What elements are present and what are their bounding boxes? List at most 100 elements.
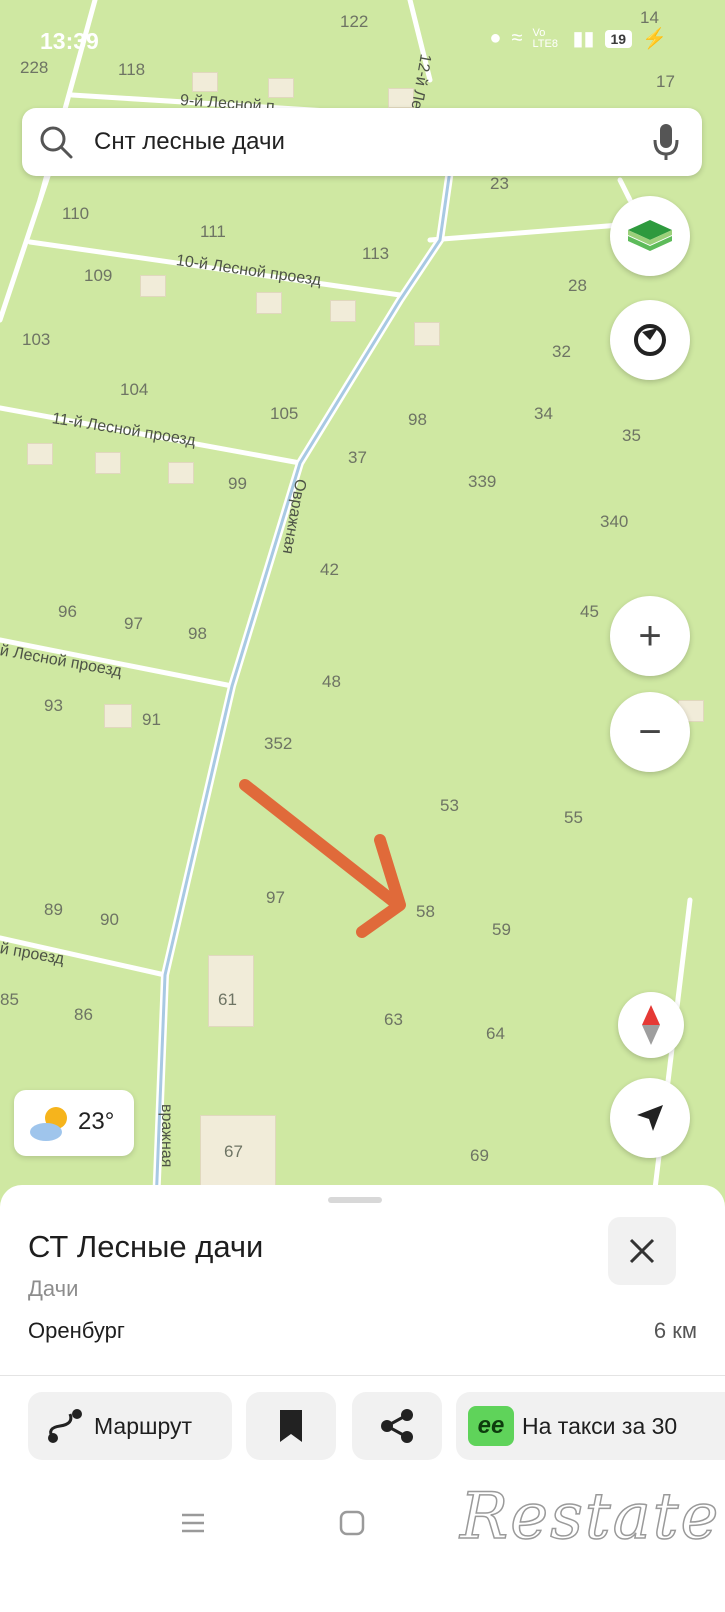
layers-button[interactable] (610, 196, 690, 276)
weather-temperature: 23° (78, 1108, 115, 1135)
search-bar[interactable]: Снт лесные дачи (22, 108, 702, 176)
signal-icon: ▮▮ (572, 28, 595, 50)
house-number: 35 (622, 426, 641, 445)
network-label: Vo LTE8 (532, 26, 558, 50)
house-number: 37 (348, 448, 367, 467)
divider (0, 1375, 725, 1376)
watermark-logo: Restate (459, 1479, 721, 1555)
status-time: 13:39 (40, 28, 99, 54)
house-number: 63 (384, 1010, 403, 1029)
north-arrow-icon (642, 1005, 660, 1045)
place-title: СТ Лесные дачи (28, 1229, 264, 1264)
place-category: Дачи (28, 1276, 79, 1301)
search-input[interactable]: Снт лесные дачи (94, 128, 285, 156)
house-number: 89 (44, 900, 63, 919)
locate-icon (637, 1105, 663, 1131)
close-icon (629, 1238, 655, 1264)
route-button[interactable]: Маршрут (28, 1392, 232, 1460)
house-number: 340 (600, 512, 629, 531)
house-number: 69 (470, 1146, 489, 1165)
bookmark-button[interactable] (246, 1392, 336, 1460)
recent-apps-icon[interactable] (178, 1508, 208, 1538)
taxi-button[interactable]: ee На такси за 30 (456, 1392, 725, 1460)
house-number: 91 (142, 710, 161, 729)
wifi-icon: ≈ (511, 27, 523, 49)
place-distance: 6 км (653, 1318, 697, 1343)
north-button[interactable] (618, 992, 684, 1058)
sheet-handle[interactable] (328, 1197, 382, 1203)
house-number: 86 (74, 1005, 93, 1024)
home-icon[interactable] (337, 1508, 367, 1538)
house-number: 103 (22, 330, 51, 349)
house-number: 97 (266, 888, 285, 907)
zoom-out-button[interactable]: − (610, 692, 690, 772)
house-number: 45 (580, 602, 599, 621)
bookmark-icon (280, 1410, 302, 1442)
zoom-in-label: + (638, 614, 662, 658)
status-icons: ● ≈ Vo LTE8 ▮▮ 19 ⚡ (489, 26, 667, 51)
house-number: 109 (84, 266, 113, 285)
search-icon (40, 126, 73, 159)
house-number: 28 (568, 276, 587, 295)
compass-button[interactable] (610, 300, 690, 380)
building (414, 322, 440, 346)
house-number: 58 (416, 902, 435, 921)
house-number: 97 (124, 614, 143, 633)
microphone-icon[interactable] (652, 122, 680, 162)
building (268, 78, 294, 98)
building (256, 292, 282, 314)
house-number: 352 (264, 734, 293, 753)
layers-icon (628, 220, 672, 251)
place-city: Оренбург (28, 1318, 125, 1343)
house-number: 105 (270, 404, 299, 423)
route-icon (48, 1409, 82, 1443)
taxi-label: На такси за 30 (522, 1412, 678, 1439)
status-bar: 13:39 ● ≈ Vo LTE8 ▮▮ 19 ⚡ (0, 0, 725, 80)
house-number: 42 (320, 560, 339, 579)
zoom-in-button[interactable]: + (610, 596, 690, 676)
charging-icon: ⚡ (642, 28, 667, 50)
building (330, 300, 356, 322)
weather-icon (30, 1107, 67, 1141)
house-number: 34 (534, 404, 553, 423)
battery-icon: 19 (604, 29, 633, 48)
house-number: 23 (490, 174, 509, 193)
zoom-out-label: − (638, 710, 662, 754)
house-number: 111 (200, 222, 226, 241)
compass-icon (634, 324, 666, 356)
share-icon (381, 1409, 413, 1443)
house-number: 67 (224, 1142, 243, 1161)
route-label: Маршрут (94, 1412, 193, 1439)
building (95, 452, 121, 474)
red-arrow-annotation (239, 779, 406, 938)
house-number: 96 (58, 602, 77, 621)
house-number: 64 (486, 1024, 505, 1043)
house-number: 99 (228, 474, 247, 493)
building (27, 443, 53, 465)
building (140, 275, 166, 297)
taxi-logo-icon: ee (468, 1406, 514, 1446)
building (104, 704, 132, 728)
house-number: 85 (0, 990, 19, 1009)
house-number: 110 (62, 204, 90, 223)
house-number: 98 (408, 410, 427, 429)
location-icon: ● (489, 27, 502, 49)
house-number: 53 (440, 796, 459, 815)
building (168, 462, 194, 484)
house-number: 104 (120, 380, 149, 399)
close-button[interactable] (608, 1217, 676, 1285)
house-number: 48 (322, 672, 341, 691)
weather-widget[interactable]: 23° (14, 1090, 134, 1156)
street-label: вражная (158, 1104, 175, 1168)
house-number: 113 (362, 244, 390, 263)
house-number: 55 (564, 808, 583, 827)
share-button[interactable] (352, 1392, 442, 1460)
house-number: 93 (44, 696, 63, 715)
locate-button[interactable] (610, 1078, 690, 1158)
house-number: 339 (468, 472, 497, 491)
house-number: 61 (218, 990, 237, 1009)
house-number: 32 (552, 342, 571, 361)
house-number: 59 (492, 920, 511, 939)
house-number: 98 (188, 624, 207, 643)
house-number: 90 (100, 910, 119, 929)
